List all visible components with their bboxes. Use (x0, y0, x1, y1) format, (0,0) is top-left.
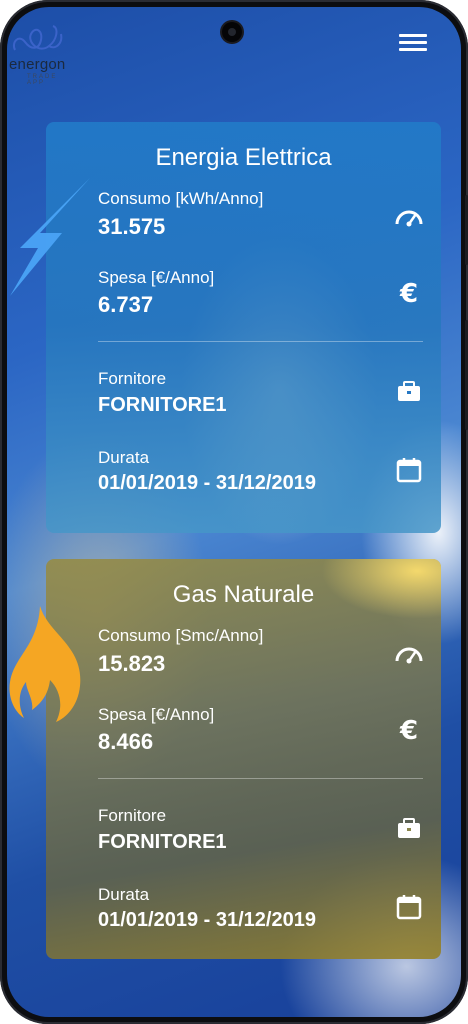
logo-text: energon (9, 56, 66, 73)
supplier-label: Fornitore (98, 806, 167, 825)
hamburger-menu-icon[interactable] (399, 34, 427, 56)
consumption-label: Consumo [Smc/Anno] (98, 626, 264, 645)
spend-value: 6.737 (98, 292, 154, 317)
duration-label: Durata (98, 885, 150, 904)
euro-icon: € (399, 716, 418, 745)
app-logo: energon TRADE APP (9, 20, 69, 86)
duration-value: 01/01/2019 - 31/12/2019 (98, 472, 316, 494)
spend-value: 8.466 (98, 729, 154, 754)
calendar-icon (396, 895, 422, 920)
calendar-icon (396, 458, 422, 483)
consumption-value: 31.575 (98, 214, 166, 239)
duration-value: 01/01/2019 - 31/12/2019 (98, 909, 316, 931)
spend-label: Spesa [€/Anno] (98, 268, 215, 287)
logo-subtext: TRADE APP (27, 74, 58, 86)
card-title: Gas Naturale (172, 581, 315, 608)
phone-device: energon TRADE APP Energia Elettrica Cons… (0, 0, 468, 1024)
divider (98, 341, 423, 342)
consumption-label: Consumo [kWh/Anno] (98, 189, 264, 208)
consumption-value: 15.823 (98, 651, 166, 676)
flame-icon (9, 606, 81, 722)
speedometer-icon (395, 647, 423, 664)
card-title: Energia Elettrica (155, 144, 332, 171)
supplier-value: FORNITORE1 (98, 394, 227, 416)
euro-icon: € (399, 279, 418, 308)
speedometer-icon (395, 210, 423, 227)
briefcase-icon (398, 818, 420, 838)
duration-label: Durata (98, 448, 150, 467)
electric-energy-card: Energia Elettrica Consumo [kWh/Anno] 31.… (46, 122, 441, 533)
supplier-label: Fornitore (98, 369, 167, 388)
lightning-bolt-icon (10, 178, 90, 296)
svg-text:€: € (399, 716, 418, 745)
briefcase-icon (398, 381, 420, 401)
natural-gas-card: Gas Naturale Consumo [Smc/Anno] 15.823 S… (46, 559, 441, 959)
divider (98, 778, 423, 779)
front-camera (222, 22, 242, 42)
logo-mark-icon (13, 25, 63, 51)
supplier-value: FORNITORE1 (98, 831, 227, 853)
spend-label: Spesa [€/Anno] (98, 705, 215, 724)
svg-text:€: € (399, 279, 418, 308)
